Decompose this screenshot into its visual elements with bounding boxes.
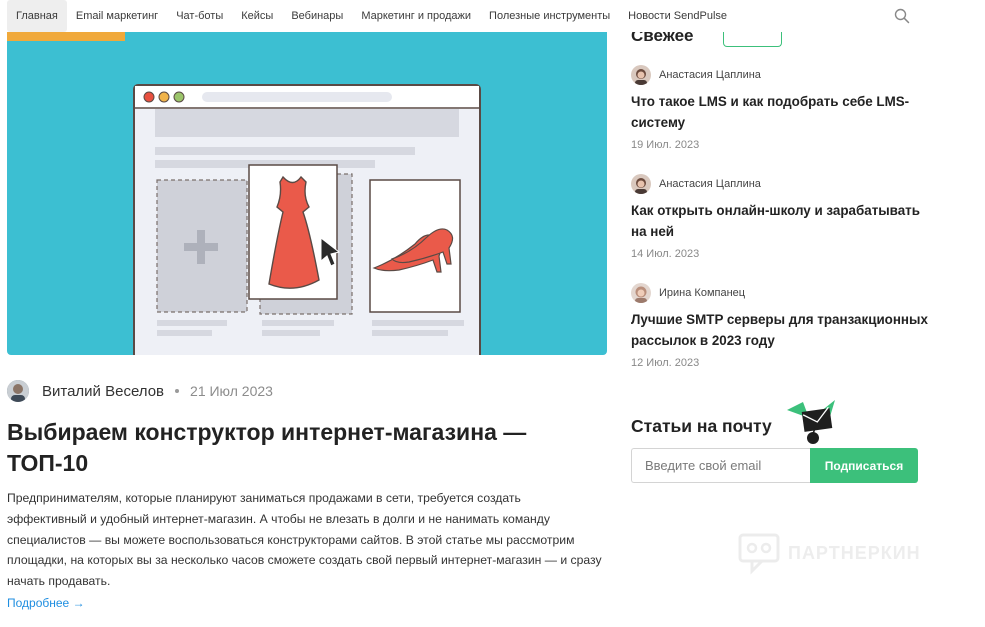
- post-title[interactable]: Что такое LMS и как подобрать себе LMS-с…: [631, 92, 931, 133]
- watermark: ПАРТНЕРКИН: [738, 531, 921, 575]
- nav-item-webinars[interactable]: Вебинары: [282, 0, 352, 32]
- avatar[interactable]: [631, 174, 651, 194]
- nav-item-sendpulse-news[interactable]: Новости SendPulse: [619, 0, 736, 32]
- article-date: 21 Июл 2023: [190, 383, 273, 399]
- nav-item-chatbots[interactable]: Чат-боты: [167, 0, 232, 32]
- sidebar-post: Анастасия Цаплина Как открыть онлайн-шко…: [631, 174, 931, 260]
- watermark-text: ПАРТНЕРКИН: [788, 542, 921, 563]
- envelope-icon: [787, 400, 835, 444]
- top-navigation: Главная Email маркетинг Чат-боты Кейсы В…: [0, 0, 985, 32]
- email-field[interactable]: [631, 448, 811, 483]
- sidebar-post: Ирина Компанец Лучшие SMTP серверы для т…: [631, 283, 931, 369]
- post-author-name[interactable]: Анастасия Цаплина: [659, 69, 761, 81]
- post-author-name[interactable]: Анастасия Цаплина: [659, 178, 761, 190]
- post-date: 14 Июл. 2023: [631, 248, 700, 260]
- article-hero-image[interactable]: [7, 32, 607, 355]
- nav-item-cases[interactable]: Кейсы: [232, 0, 282, 32]
- article-title[interactable]: Выбираем конструктор интернет-магазина —…: [7, 417, 597, 479]
- post-author-name[interactable]: Ирина Компанец: [659, 287, 745, 299]
- post-title[interactable]: Как открыть онлайн-школу и зарабатывать …: [631, 201, 931, 242]
- nav-item-home[interactable]: Главная: [7, 0, 67, 32]
- article-excerpt: Предпринимателям, которые планируют зани…: [7, 491, 602, 589]
- nav-item-marketing-sales[interactable]: Маркетинг и продажи: [352, 0, 480, 32]
- online-store-builder-illustration: [7, 32, 481, 355]
- subscribe-title: Статьи на почту: [631, 416, 772, 436]
- post-title[interactable]: Лучшие SMTP серверы для транзакционных р…: [631, 310, 931, 351]
- nav-item-useful-tools[interactable]: Полезные инструменты: [480, 0, 619, 32]
- read-more-link[interactable]: Подробнее →: [7, 596, 85, 610]
- post-date: 19 Июл. 2023: [631, 139, 700, 151]
- avatar[interactable]: [631, 65, 651, 85]
- search-icon[interactable]: [893, 7, 911, 25]
- nav-item-email-marketing[interactable]: Email маркетинг: [67, 0, 167, 32]
- article-author-name[interactable]: Виталий Веселов: [42, 383, 164, 400]
- watermark-logo-icon: [738, 533, 780, 575]
- post-date: 12 Июл. 2023: [631, 357, 700, 369]
- avatar[interactable]: [631, 283, 651, 303]
- subscribe-button[interactable]: Подписаться: [810, 448, 918, 483]
- article-author-row: Виталий Веселов 21 Июл 2023: [7, 379, 273, 403]
- sidebar-post: Анастасия Цаплина Что такое LMS и как по…: [631, 65, 931, 151]
- avatar[interactable]: [7, 380, 29, 402]
- separator-dot: [175, 389, 180, 393]
